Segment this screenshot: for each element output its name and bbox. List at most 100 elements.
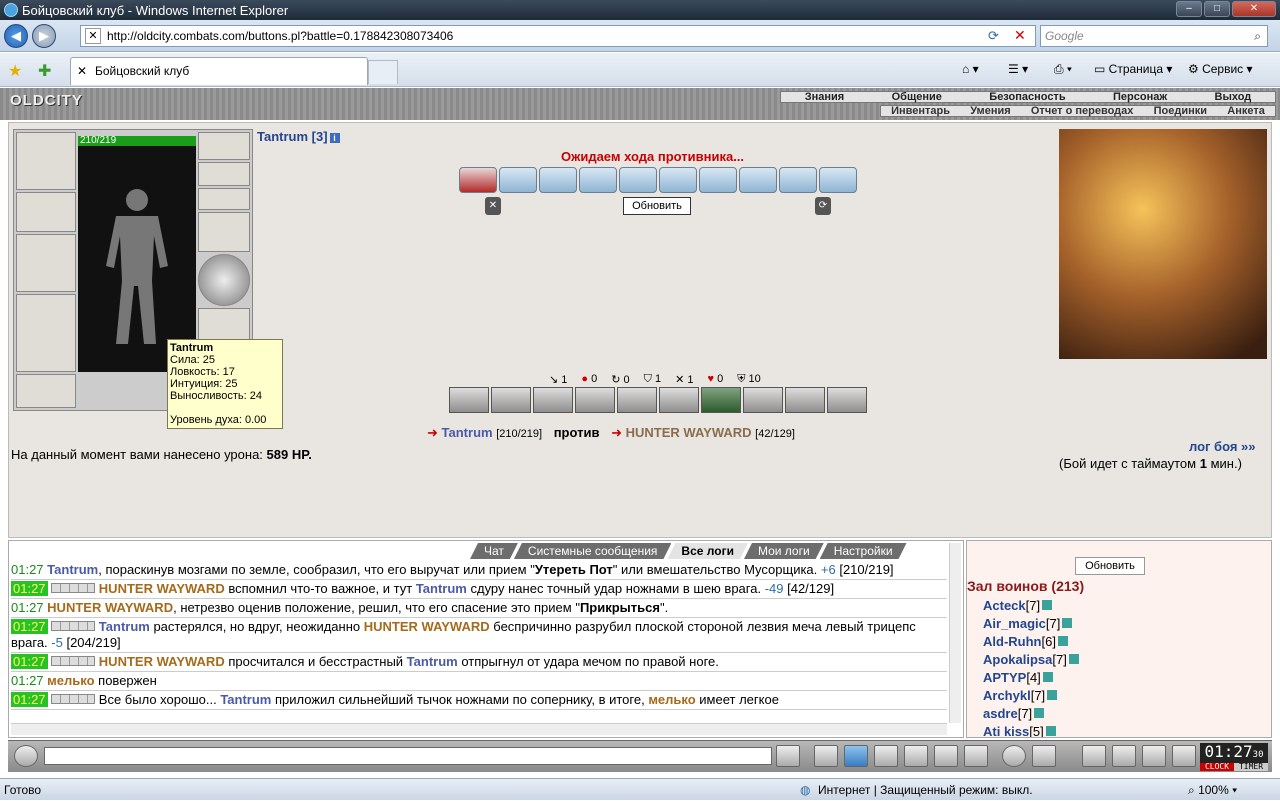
scroll-slot[interactable]: [499, 167, 537, 193]
maximize-button[interactable]: □: [1204, 1, 1230, 17]
sound-icon[interactable]: [964, 745, 988, 767]
scroll-slot[interactable]: [819, 167, 857, 193]
action-button[interactable]: [449, 387, 489, 413]
menu-character[interactable]: Персонаж: [1109, 92, 1171, 103]
info-icon[interactable]: [1042, 672, 1053, 682]
armor-slot[interactable]: [16, 294, 76, 372]
user-name[interactable]: Ati kiss: [983, 724, 1029, 737]
log-target[interactable]: Tantrum: [416, 581, 467, 596]
save-icon[interactable]: [874, 745, 898, 767]
user-icon[interactable]: [1112, 745, 1136, 767]
new-tab-button[interactable]: [368, 60, 398, 84]
log-target[interactable]: Tantrum: [407, 654, 458, 669]
gloves-slot[interactable]: [198, 212, 250, 252]
chat-horizontal-scrollbar[interactable]: [11, 723, 947, 735]
action-button[interactable]: [659, 387, 699, 413]
log-actor[interactable]: мелько: [47, 673, 94, 688]
scrolls-slot[interactable]: [198, 188, 250, 210]
menu-skills[interactable]: Умения: [966, 106, 1014, 117]
helmet-slot[interactable]: [16, 132, 76, 190]
tab-all-logs[interactable]: Все логи: [667, 543, 748, 559]
tab-chat[interactable]: Чат: [470, 543, 518, 559]
action-button[interactable]: [827, 387, 867, 413]
shield-slot[interactable]: [198, 254, 250, 306]
info-icon[interactable]: [1062, 618, 1073, 628]
attack-icon[interactable]: ✕: [485, 197, 501, 215]
scroll-slot[interactable]: [459, 167, 497, 193]
tab-settings[interactable]: Настройки: [820, 543, 907, 559]
browser-tab-active[interactable]: ✕ Бойцовский клуб: [70, 57, 368, 85]
action-button[interactable]: [743, 387, 783, 413]
zoom-level[interactable]: ⌕ 100% ▾: [1188, 779, 1237, 801]
add-favorite-icon[interactable]: ✚: [38, 61, 51, 81]
log-target[interactable]: Tantrum: [220, 692, 271, 707]
defense-icon[interactable]: ⟳: [815, 197, 831, 215]
translit-icon[interactable]: [1032, 745, 1056, 767]
chat-input[interactable]: [44, 747, 772, 765]
action-button[interactable]: [533, 387, 573, 413]
info-icon[interactable]: [1045, 726, 1056, 736]
tab-system-messages[interactable]: Системные сообщения: [514, 543, 672, 559]
send-icon[interactable]: [776, 745, 800, 767]
smiley-icon[interactable]: [1002, 745, 1026, 767]
bag-icon[interactable]: [1082, 745, 1106, 767]
search-input[interactable]: Google ⌕: [1040, 25, 1268, 47]
url-field[interactable]: ✕ http://oldcity.combats.com/buttons.pl?…: [80, 25, 1036, 47]
rings-slot[interactable]: [198, 132, 250, 160]
userlist-refresh-button[interactable]: Обновить: [1075, 557, 1145, 575]
scroll-slot[interactable]: [619, 167, 657, 193]
fight-icon[interactable]: [904, 745, 928, 767]
scroll-slot[interactable]: [539, 167, 577, 193]
print-icon[interactable]: ⎙ ▾: [1054, 62, 1072, 77]
user-list-item[interactable]: Air_magic[7]: [983, 615, 1079, 633]
home-icon[interactable]: ⌂ ▾: [962, 62, 979, 76]
info-icon[interactable]: [1057, 636, 1068, 646]
weapon-slot[interactable]: [16, 234, 76, 292]
user-name[interactable]: Archykl: [983, 688, 1031, 703]
user-list-item[interactable]: APTYP[4]: [983, 669, 1079, 687]
action-button[interactable]: [701, 387, 741, 413]
scroll-slot[interactable]: [579, 167, 617, 193]
tab-my-logs[interactable]: Мои логи: [744, 543, 824, 559]
bracers-slot[interactable]: [16, 192, 76, 232]
user-name[interactable]: Ald-Ruhn: [983, 634, 1041, 649]
user-name[interactable]: Apokalipsa: [983, 652, 1052, 667]
feeds-icon[interactable]: ☰ ▾: [1008, 62, 1028, 76]
menu-profile[interactable]: Анкета: [1223, 106, 1269, 117]
user-list-item[interactable]: Ald-Ruhn[6]: [983, 633, 1079, 651]
user-list-item[interactable]: Apokalipsa[7]: [983, 651, 1079, 669]
clear-icon[interactable]: [814, 745, 838, 767]
tools-menu[interactable]: ⚙ Сервис ▾: [1188, 62, 1253, 76]
log-target[interactable]: HUNTER WAYWARD: [364, 619, 490, 634]
action-button[interactable]: [491, 387, 531, 413]
action-button[interactable]: [785, 387, 825, 413]
belt-slot[interactable]: [16, 374, 76, 408]
menu-transfer-report[interactable]: Отчет о переводах: [1027, 106, 1138, 117]
menu-exit[interactable]: Выход: [1211, 92, 1256, 103]
scroll-slot[interactable]: [699, 167, 737, 193]
menu-security[interactable]: Безопасность: [985, 92, 1069, 103]
log-actor[interactable]: HUNTER WAYWARD: [47, 600, 173, 615]
chat-avatar-icon[interactable]: [14, 745, 38, 767]
favorites-star-icon[interactable]: ★: [8, 61, 22, 81]
log-actor[interactable]: Tantrum: [47, 562, 98, 577]
user-name[interactable]: Air_magic: [983, 616, 1046, 631]
page-menu[interactable]: ▭ Страница ▾: [1094, 62, 1172, 76]
scroll-slot[interactable]: [739, 167, 777, 193]
battle-refresh-button[interactable]: Обновить: [623, 197, 691, 215]
chat-scrollbar[interactable]: [949, 543, 961, 723]
edit-icon[interactable]: [934, 745, 958, 767]
log-target[interactable]: мелько: [648, 692, 695, 707]
battle-log-link[interactable]: лог боя »»: [1189, 439, 1256, 454]
character-name[interactable]: Tantrum [3] i: [257, 129, 340, 144]
close-button[interactable]: ✕: [1232, 1, 1276, 17]
user-name[interactable]: APTYP: [983, 670, 1026, 685]
info-icon[interactable]: [1034, 708, 1045, 718]
back-button[interactable]: ◀: [4, 24, 28, 48]
info-icon[interactable]: i: [329, 133, 340, 143]
user-list-item[interactable]: Acteck[7]: [983, 597, 1079, 615]
stop-icon[interactable]: ✕: [1014, 27, 1026, 44]
action-button[interactable]: [617, 387, 657, 413]
menu-inventory[interactable]: Инвентарь: [887, 106, 954, 117]
info-icon[interactable]: [1047, 690, 1058, 700]
